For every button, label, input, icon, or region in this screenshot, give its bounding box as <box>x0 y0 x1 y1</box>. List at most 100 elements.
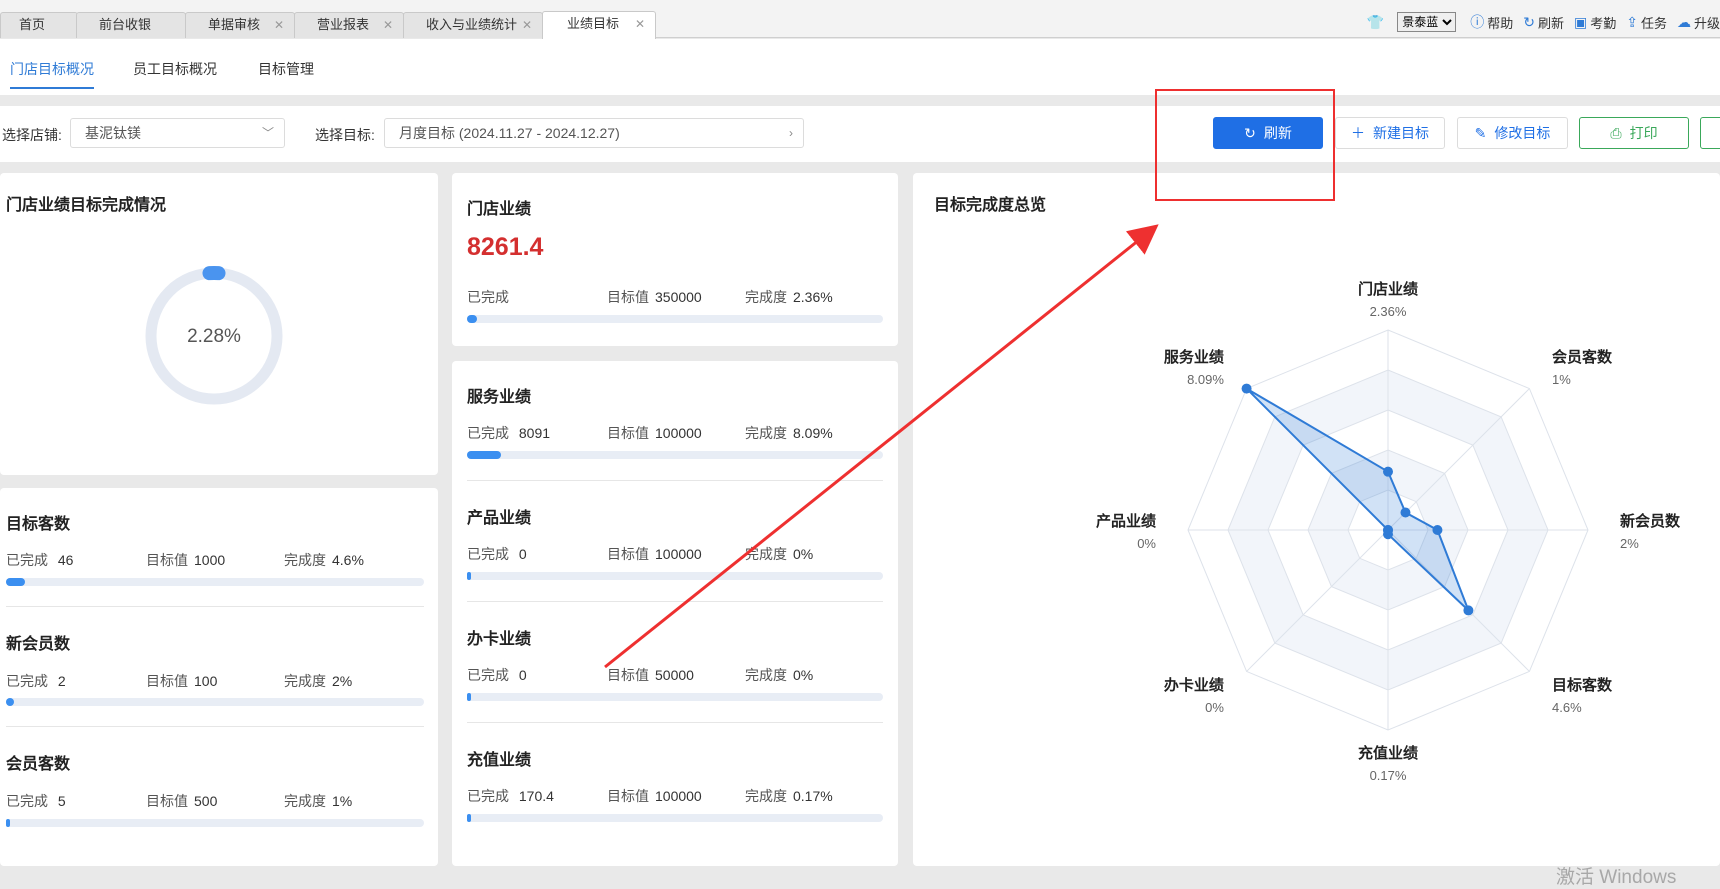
target-select[interactable]: 月度目标 (2024.11.27 - 2024.12.27) › <box>384 118 804 148</box>
task-label: 任务 <box>1640 15 1667 31</box>
rate-label: 完成度 <box>745 289 787 305</box>
progress-track <box>467 572 883 580</box>
metric-row: 已完成 目标值 350000 完成度 2.36% <box>467 287 887 307</box>
radar-value-label: 1% <box>1552 372 1571 387</box>
done-value: 0 <box>518 546 527 562</box>
subtab-staff-target[interactable]: 员工目标概况 <box>133 59 217 79</box>
done-value: 5 <box>57 793 66 809</box>
target-label: 目标值 <box>607 546 649 562</box>
radar-category-label: 目标客数 <box>1552 676 1613 694</box>
new-target-button[interactable]: ＋ 新建目标 <box>1335 117 1445 149</box>
help-button[interactable]: ⓘ 帮助 <box>1470 12 1513 32</box>
metric-row: 已完成 0 目标值 100000 完成度 0% <box>467 544 887 564</box>
active-tab-indicator <box>10 87 94 89</box>
tab-label: 营业报表 <box>317 17 370 32</box>
upload-icon: ⇪ <box>1626 13 1638 30</box>
rate-value: 0% <box>793 546 814 562</box>
close-icon[interactable]: ✕ <box>274 13 284 37</box>
done-value: 8091 <box>518 425 551 441</box>
upgrade-button[interactable]: ☁ 升级 <box>1677 13 1720 32</box>
metric-row: 已完成 5 目标值 500 完成度 1% <box>6 791 426 811</box>
customer-metrics-card: 目标客数 已完成 46 目标值 1000 完成度 4.6% 新会员数 已完成 2 目… <box>0 488 438 866</box>
chevron-right-icon: › <box>789 126 793 140</box>
done-label: 已完成 <box>6 793 48 809</box>
close-icon[interactable]: ✕ <box>383 13 393 37</box>
upgrade-label: 升级 <box>1693 15 1720 31</box>
printer-icon: ⎙ <box>1610 125 1622 141</box>
target-label: 目标值 <box>607 667 649 683</box>
done-label: 已完成 <box>6 552 48 568</box>
done-value: 46 <box>57 552 74 568</box>
store-select[interactable]: 基泥钛镁 ﹀ <box>70 118 285 148</box>
tab-label: 前台收银 <box>99 17 152 32</box>
edit-icon: ✎ <box>1474 125 1487 141</box>
rate-label: 完成度 <box>284 793 326 809</box>
rate-value: 2.36% <box>793 289 833 305</box>
target-value: 100000 <box>655 788 702 804</box>
radar-category-label: 产品业绩 <box>1096 512 1156 530</box>
attendance-label: 考勤 <box>1590 15 1617 31</box>
rate-value: 0.17% <box>793 788 833 804</box>
new-target-label: 新建目标 <box>1373 125 1429 141</box>
tab-performance-target[interactable]: 业绩目标 ✕ <box>542 11 656 39</box>
target-value: 350000 <box>655 289 702 305</box>
done-label: 已完成 <box>467 289 509 305</box>
tab-document-review[interactable]: 单据审核 ✕ <box>185 12 295 38</box>
target-value: 50000 <box>655 667 694 683</box>
refresh-tool-button[interactable]: ↻ 刷新 <box>1523 13 1564 32</box>
target-select-value: 月度目标 (2024.11.27 - 2024.12.27) <box>399 125 620 141</box>
annotation-highlight-box <box>1155 89 1335 201</box>
store-sales-value: 8261.4 <box>467 233 544 261</box>
radar-value-label: 2.36% <box>1370 304 1407 319</box>
tab-business-report[interactable]: 营业报表 ✕ <box>294 12 404 38</box>
close-icon[interactable]: ✕ <box>522 13 532 37</box>
sales-breakdown-card: 服务业绩 已完成 8091 目标值 100000 完成度 8.09% 产品业绩 已完… <box>452 361 898 866</box>
done-value: 2 <box>57 673 66 689</box>
target-value: 100000 <box>655 425 702 441</box>
target-value: 100 <box>194 673 218 689</box>
tab-cashier[interactable]: 前台收银 <box>76 12 186 38</box>
target-label: 目标值 <box>146 793 188 809</box>
edit-target-button[interactable]: ✎ 修改目标 <box>1457 117 1568 149</box>
tab-income-stats[interactable]: 收入与业绩统计 ✕ <box>403 12 543 38</box>
progress-track <box>6 819 424 827</box>
tab-home[interactable]: 首页 <box>0 12 78 38</box>
plus-icon: ＋ <box>1351 125 1365 141</box>
done-label: 已完成 <box>467 425 509 441</box>
help-label: 帮助 <box>1487 15 1514 31</box>
edit-target-label: 修改目标 <box>1494 125 1551 141</box>
tab-label: 业绩目标 <box>567 16 620 31</box>
metric-row: 已完成 0 目标值 50000 完成度 0% <box>467 665 887 685</box>
close-icon[interactable]: ✕ <box>635 12 645 36</box>
radar-data-point <box>1400 507 1411 518</box>
progress-fill <box>6 698 15 706</box>
target-value: 1000 <box>194 552 226 568</box>
radar-value-label: 0% <box>1205 700 1224 715</box>
more-button[interactable] <box>1700 117 1720 149</box>
skin-icon[interactable]: 👕 <box>1367 14 1387 31</box>
metric-title: 充值业绩 <box>467 752 532 769</box>
subtab-store-target[interactable]: 门店目标概况 <box>10 59 94 79</box>
divider <box>467 722 883 723</box>
progress-track <box>6 578 424 586</box>
done-label: 已完成 <box>6 673 48 689</box>
attendance-button[interactable]: ▣ 考勤 <box>1574 13 1616 32</box>
tab-label: 首页 <box>19 17 46 32</box>
task-button[interactable]: ⇪ 任务 <box>1626 13 1667 32</box>
done-label: 已完成 <box>467 667 509 683</box>
radar-category-label: 办卡业绩 <box>1164 676 1224 694</box>
store-select-label: 选择店铺: <box>2 127 62 143</box>
radar-value-label: 0.17% <box>1370 768 1407 783</box>
windows-activation-watermark: 激活 Windows <box>1556 867 1677 888</box>
refresh-label: 刷新 <box>1537 15 1564 31</box>
print-button[interactable]: ⎙ 打印 <box>1579 117 1689 149</box>
window-tab-bar: 首页 前台收银 单据审核 ✕ 营业报表 ✕ 收入与业绩统计 ✕ 业绩目标 ✕ 👕… <box>0 0 1720 39</box>
rate-label: 完成度 <box>745 667 787 683</box>
skin-select[interactable]: 景泰蓝 <box>1397 12 1457 32</box>
subtab-target-management[interactable]: 目标管理 <box>258 59 314 79</box>
toolbar-tools: 👕 景泰蓝 ⓘ 帮助 ↻ 刷新 ▣ 考勤 ⇪ 任务 ☁ 升级 <box>1367 12 1720 32</box>
progress-fill <box>467 315 477 323</box>
store-select-value: 基泥钛镁 <box>85 125 141 141</box>
radar-category-label: 充值业绩 <box>1358 744 1418 762</box>
overall-completion-card: 门店业绩目标完成情况 2.28% <box>0 173 438 475</box>
